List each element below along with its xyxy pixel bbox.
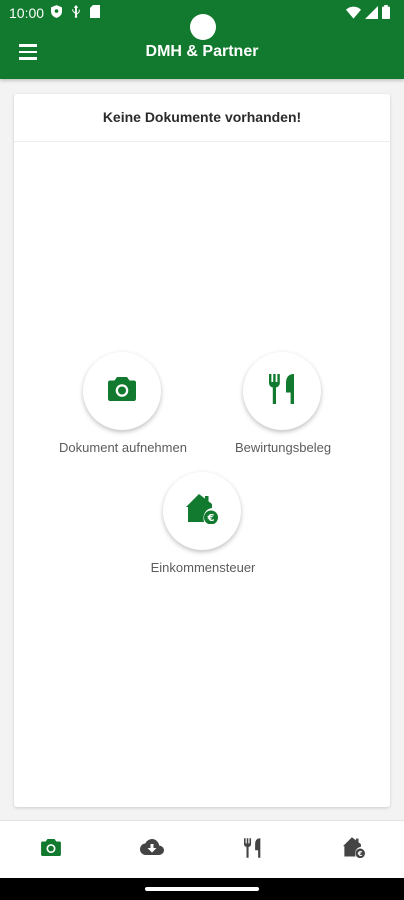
usb-icon [71, 5, 81, 23]
sim-card-icon [90, 5, 100, 23]
wifi-icon [346, 6, 361, 24]
app-title: DMH & Partner [145, 43, 259, 60]
document-list-card: Keine Dokumente vorhanden! Dokument aufn… [14, 94, 390, 807]
bottom-navigation: € [0, 820, 404, 879]
svg-text:€: € [207, 513, 215, 524]
nav-item-camera[interactable] [0, 821, 101, 879]
status-time: 10:00 [9, 5, 45, 21]
action-einkommensteuer: € Einkommensteuer [123, 472, 283, 576]
cloud-download-icon [139, 839, 164, 861]
status-icons-left [51, 5, 100, 23]
nav-item-restaurant[interactable] [202, 821, 303, 879]
camera-icon [40, 839, 61, 861]
system-gesture-bar [0, 878, 404, 900]
camera-icon [108, 376, 136, 406]
battery-icon [382, 5, 390, 24]
front-camera-cutout [190, 14, 216, 40]
bewirtungsbeleg-label: Bewirtungsbeleg [234, 440, 332, 455]
dokument-aufnehmen-button[interactable] [83, 352, 161, 430]
home-euro-icon: € [342, 837, 365, 863]
divider [14, 141, 390, 142]
einkommensteuer-label: Einkommensteuer [150, 560, 256, 575]
svg-text:€: € [356, 850, 362, 858]
restaurant-icon [244, 837, 261, 863]
nav-item-cloud-download[interactable] [101, 821, 202, 879]
action-dokument-aufnehmen: Dokument aufnehmen [43, 352, 203, 456]
dokument-aufnehmen-label: Dokument aufnehmen [59, 440, 187, 455]
restaurant-icon [269, 373, 295, 409]
shield-icon [51, 5, 62, 23]
nav-item-einkommensteuer[interactable]: € [303, 821, 404, 879]
action-bewirtungsbeleg: Bewirtungsbeleg [203, 352, 363, 456]
empty-state-message: Keine Dokumente vorhanden! [102, 109, 302, 125]
status-icons-right [346, 5, 390, 24]
signal-icon [365, 5, 378, 24]
einkommensteuer-button[interactable]: € [163, 472, 241, 550]
bewirtungsbeleg-button[interactable] [243, 352, 321, 430]
home-euro-icon: € [186, 493, 218, 529]
home-gesture-handle[interactable] [145, 887, 259, 891]
